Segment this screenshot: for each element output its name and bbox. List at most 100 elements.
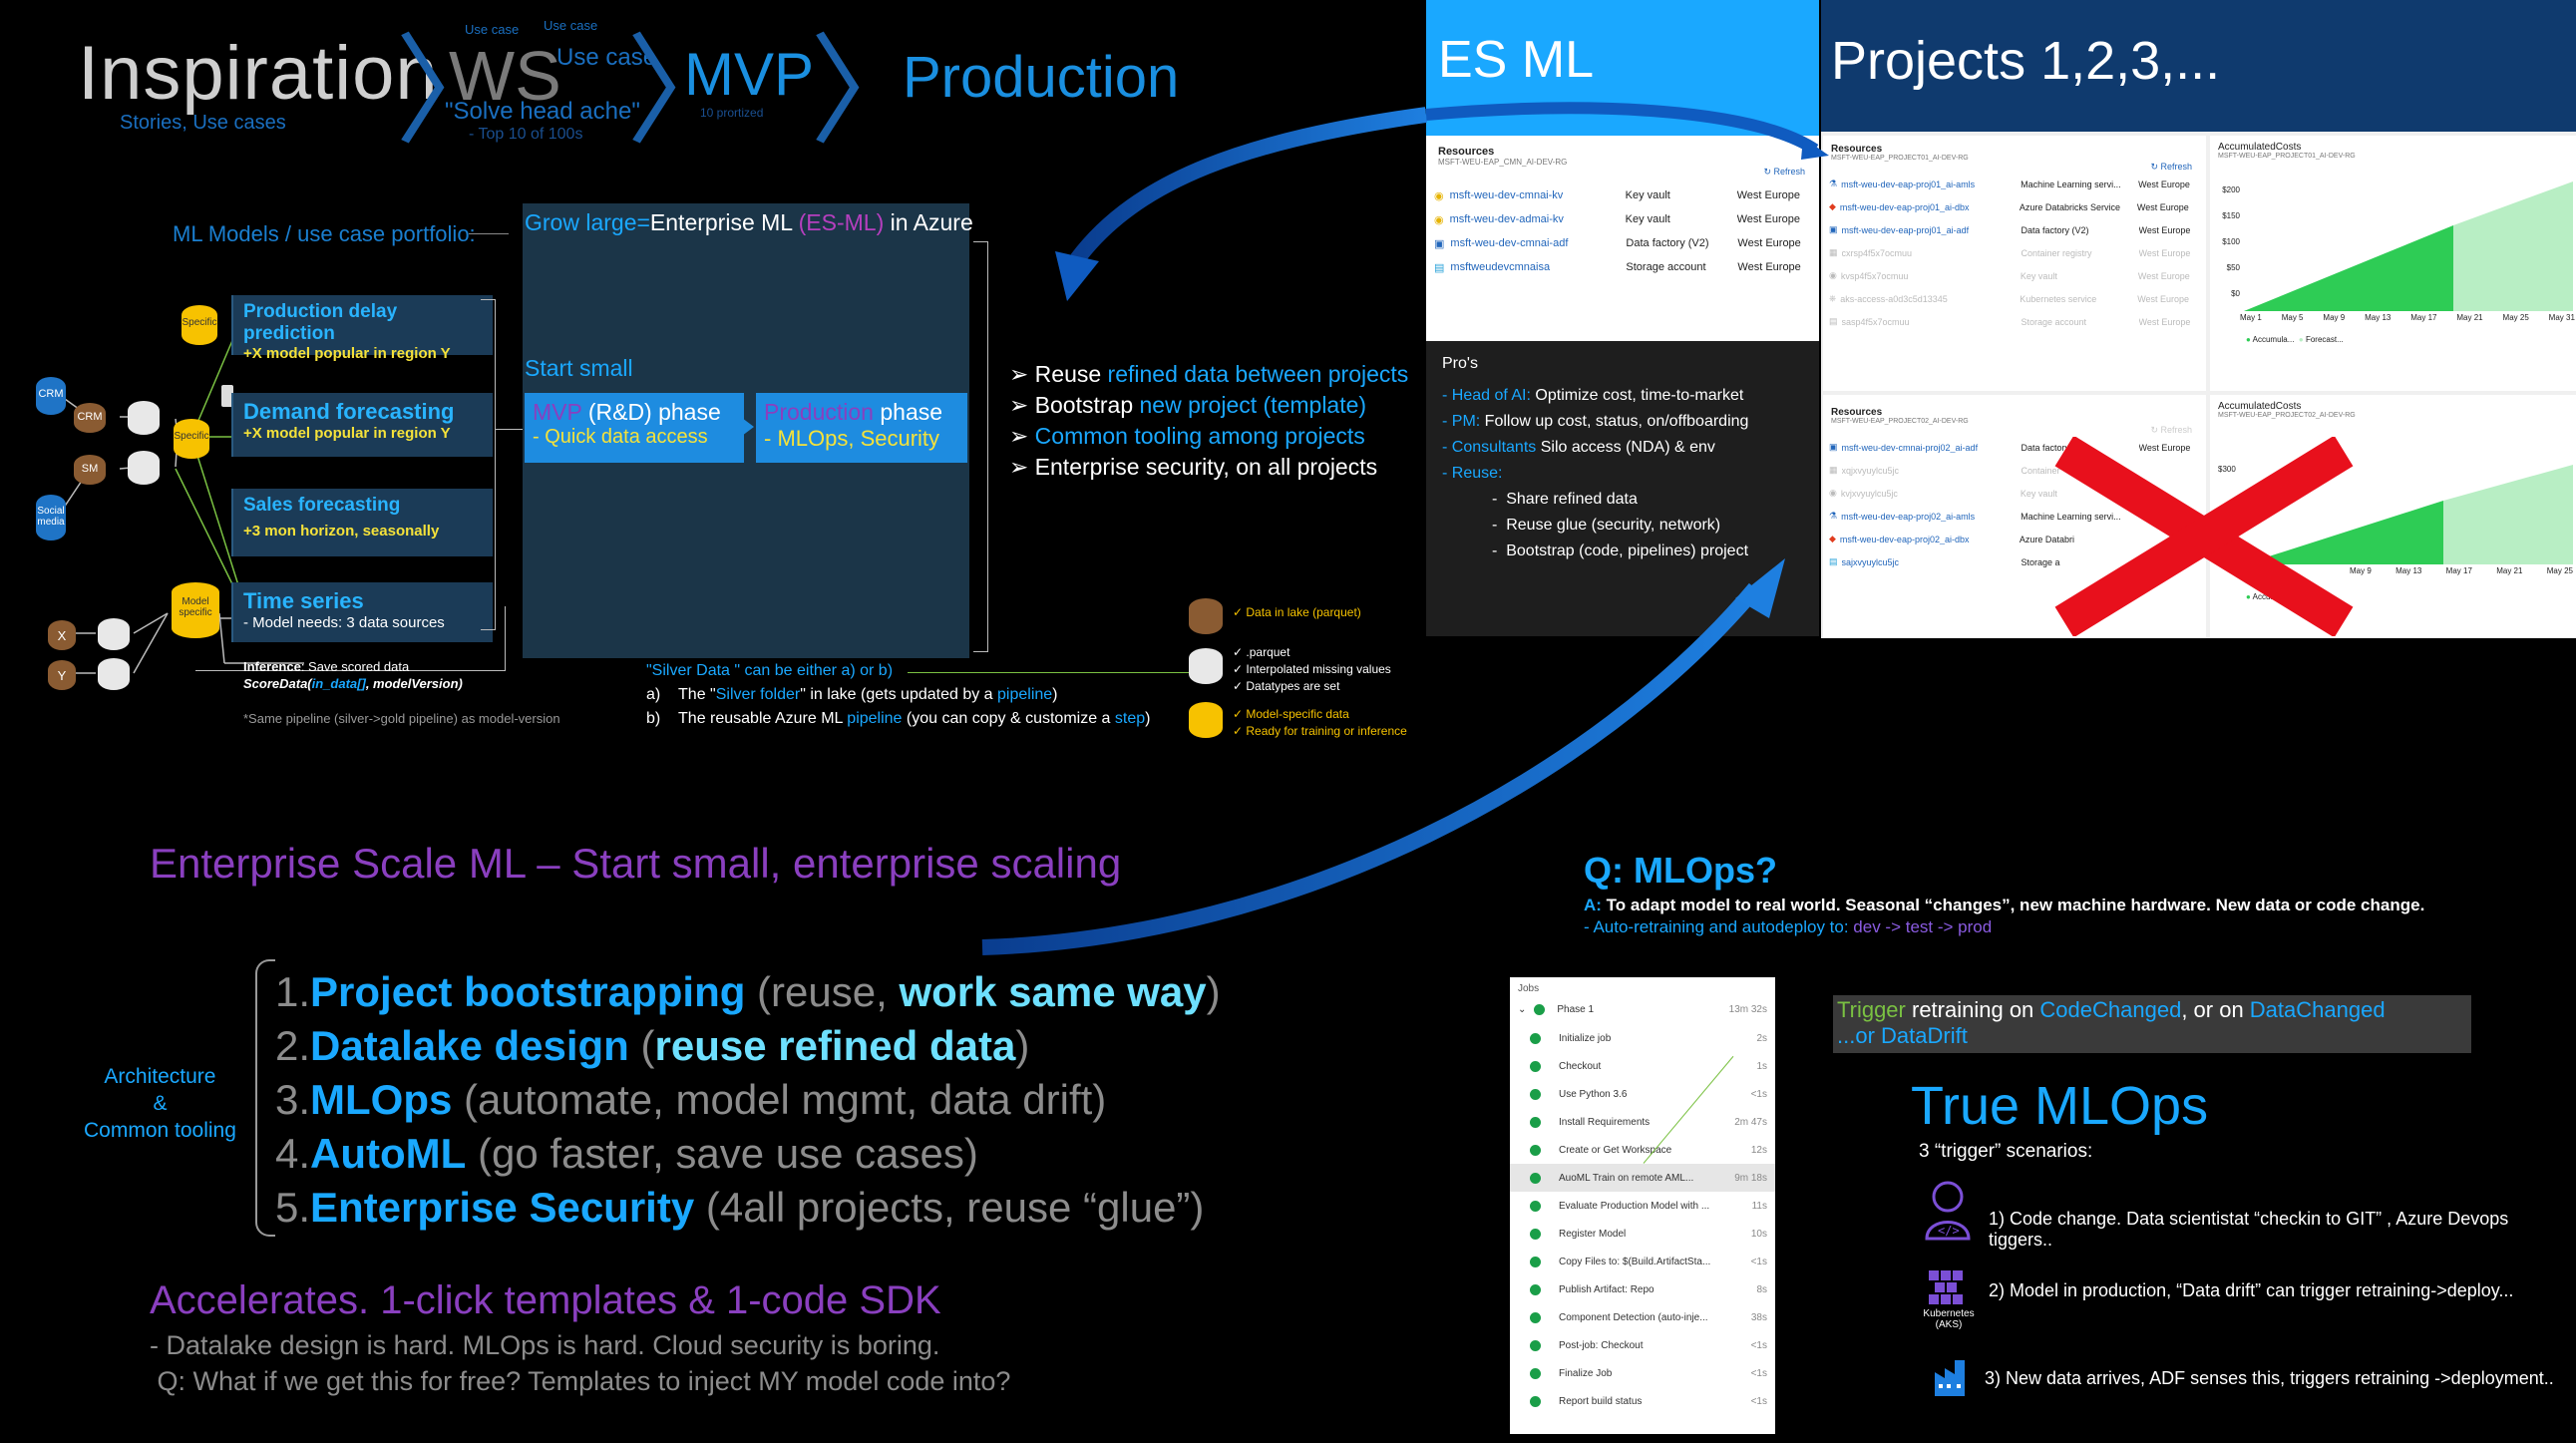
table-row[interactable]: ▣ msft-weu-dev-eap-proj01_ai-adf Data fact… bbox=[1829, 218, 2200, 241]
mlops-answer: A: To adapt model to real world. Seasona… bbox=[1584, 896, 2424, 915]
list-item: 3.MLOps (automate, model mgmt, data drif… bbox=[275, 1073, 1221, 1127]
job-step-row[interactable]: Component Detection (auto-inje... 38s bbox=[1510, 1303, 1775, 1331]
accelerates-line2: Q: What if we get this for free? Templat… bbox=[150, 1366, 1011, 1396]
resource-name[interactable]: xqjxvyuylcu5jc bbox=[1842, 466, 2022, 476]
list-num: 2. bbox=[275, 1022, 311, 1069]
key-vault-icon: ◉ bbox=[1434, 213, 1444, 226]
resource-name[interactable]: msft-weu-dev-cmnai-adf bbox=[1450, 237, 1626, 249]
esml-resources-panel: Resources MSFT-WEU-EAP_CMN_AI-DEV-RG ↻ R… bbox=[1426, 136, 1819, 341]
job-step-row[interactable]: Create or Get Workspace 12s bbox=[1510, 1136, 1775, 1164]
jobs-title: Jobs bbox=[1518, 983, 1540, 994]
resource-name[interactable]: msft-weu-dev-eap-proj01_ai-dbx bbox=[1840, 202, 2020, 212]
resource-name[interactable]: sasp4f5x7ocmuu bbox=[1842, 317, 2022, 327]
xtick: May 13 bbox=[2365, 313, 2392, 322]
resource-name[interactable]: msft-weu-dev-cmnai-kv bbox=[1450, 189, 1626, 201]
table-row[interactable]: ▤ sasp4f5x7ocmuu Storage account West Europ… bbox=[1829, 310, 2200, 333]
chevron-down-icon[interactable]: ⌄ bbox=[1518, 1004, 1526, 1015]
job-step-row[interactable]: Post-job: Checkout <1s bbox=[1510, 1331, 1775, 1359]
table-row[interactable]: ▦ cxrsp4f5x7ocmuu Container registry West E… bbox=[1829, 241, 2200, 264]
job-step-row[interactable]: Evaluate Production Model with ... 11s bbox=[1510, 1192, 1775, 1220]
refresh-button[interactable]: ↻ Refresh bbox=[1823, 162, 2206, 173]
table-row[interactable]: ◉ kvsp4f5x7ocmuu Key vault West Europe bbox=[1829, 264, 2200, 287]
success-icon bbox=[1530, 1032, 1541, 1044]
header-inspiration-sub: Stories, Use cases bbox=[120, 112, 286, 134]
storage-account-icon: ▤ bbox=[1829, 316, 1838, 326]
grow-mid: Enterprise ML bbox=[649, 209, 799, 235]
table-row[interactable]: ◉ msft-weu-dev-admai-kv Key vault West Euro… bbox=[1434, 207, 1811, 231]
resource-name[interactable]: msft-weu-dev-admai-kv bbox=[1450, 213, 1626, 225]
resource-name[interactable]: msftweudevcmnaisa bbox=[1450, 261, 1626, 273]
trigger-b: retraining on bbox=[1905, 997, 2040, 1022]
silver-b-link2: step bbox=[1114, 710, 1146, 727]
ytick: $100 bbox=[2222, 237, 2240, 246]
job-step-row[interactable]: Copy Files to: $(Build.ArtifactSta... <1s bbox=[1510, 1248, 1775, 1275]
pro-text: Silo access (NDA) & env bbox=[1536, 439, 1715, 456]
p1-rows: ⚗ msft-weu-dev-eap-proj01_ai-amls Machine … bbox=[1823, 173, 2206, 333]
resource-type: Storage account bbox=[2021, 316, 2087, 327]
phase-row[interactable]: ⌄ Phase 1 13m 32s bbox=[1510, 994, 1775, 1024]
phase-name: Phase 1 bbox=[1557, 1003, 1595, 1015]
job-step-row[interactable]: Finalize Job <1s bbox=[1510, 1359, 1775, 1387]
data-factory-icon: ▣ bbox=[1829, 224, 1838, 234]
portfolio-title: ML Models / use case portfolio: bbox=[173, 221, 476, 246]
legend-silver: ✓ .parquet ✓ Interpolated missing values… bbox=[1233, 644, 1391, 695]
cost1-yaxis: $200 $150 $100 $50 $0 bbox=[2214, 178, 2240, 307]
inference-text: : Save scored data bbox=[300, 659, 410, 674]
resource-name[interactable]: msft-weu-dev-eap-proj02_ai-amls bbox=[1841, 512, 2021, 522]
trigger-f: ...or DataDrift bbox=[1837, 1023, 1968, 1048]
p1-resources-sub: MSFT-WEU-EAP_PROJECT01_AI-DEV-RG bbox=[1831, 155, 1969, 162]
success-icon bbox=[1530, 1088, 1541, 1100]
phase-arrow-icon bbox=[738, 415, 754, 439]
resource-type: Key vault bbox=[1625, 213, 1670, 225]
job-step-time: 38s bbox=[1750, 1311, 1767, 1323]
resource-location: West Europe bbox=[2137, 293, 2190, 304]
ws-usecase-small2: Use case bbox=[544, 18, 598, 33]
job-step-name: Component Detection (auto-inje... bbox=[1559, 1311, 1708, 1323]
table-row[interactable]: ▤ msftweudevcmnaisa Storage account West Eu… bbox=[1434, 255, 1811, 279]
job-step-row[interactable]: Register Model 10s bbox=[1510, 1220, 1775, 1248]
same-pipeline-note: *Same pipeline (silver->gold pipeline) a… bbox=[243, 711, 560, 726]
silver-b-label: b) bbox=[646, 710, 661, 727]
model-sub: +3 mon horizon, seasonally bbox=[243, 523, 440, 540]
silver-b-link: pipeline bbox=[847, 710, 903, 727]
job-step-row[interactable]: AuoML Train on remote AML... 9m 18s bbox=[1510, 1164, 1775, 1192]
job-step-row[interactable]: Checkout 1s bbox=[1510, 1052, 1775, 1080]
model-production-delay: Production delay prediction +X model pop… bbox=[231, 295, 493, 362]
table-row[interactable]: ▣ msft-weu-dev-cmnai-adf Data factory (V2)… bbox=[1434, 231, 1811, 255]
resource-location: West Europe bbox=[2136, 201, 2189, 212]
resource-name[interactable]: sajxvyuylcu5jc bbox=[1842, 557, 2022, 567]
job-step-row[interactable]: Install Requirements 2m 47s bbox=[1510, 1108, 1775, 1136]
table-row[interactable]: ⚗ msft-weu-dev-eap-proj01_ai-amls Machine … bbox=[1829, 173, 2200, 195]
job-step-name: Publish Artifact: Repo bbox=[1559, 1283, 1655, 1295]
resource-name[interactable]: msft-weu-dev-eap-proj02_ai-dbx bbox=[1840, 535, 2020, 544]
job-step-row[interactable]: Report build status <1s bbox=[1510, 1387, 1775, 1415]
data-factory-icon: ▣ bbox=[1434, 237, 1445, 250]
success-icon bbox=[1530, 1283, 1541, 1295]
mlops-auto: - Auto-retraining and autodeploy to: dev… bbox=[1584, 917, 1992, 937]
resource-name[interactable]: aks-access-a0d3c5d13345 bbox=[1840, 294, 2020, 304]
p2-resources-sub: MSFT-WEU-EAP_PROJECT02_AI-DEV-RG bbox=[1831, 418, 1969, 425]
data-factory-icon bbox=[1933, 1358, 1975, 1398]
job-step-name: Install Requirements bbox=[1559, 1116, 1651, 1128]
resource-name[interactable]: msft-weu-dev-cmnai-proj02_ai-adf bbox=[1842, 443, 2022, 453]
job-step-row[interactable]: Use Python 3.6 <1s bbox=[1510, 1080, 1775, 1108]
resource-name[interactable]: msft-weu-dev-eap-proj01_ai-amls bbox=[1841, 180, 2021, 189]
resource-name[interactable]: msft-weu-dev-eap-proj01_ai-adf bbox=[1842, 225, 2022, 235]
resource-name[interactable]: cxrsp4f5x7ocmuu bbox=[1842, 248, 2022, 258]
refresh-button[interactable]: ↻ Refresh bbox=[1823, 425, 2206, 436]
job-step-time: 2m 47s bbox=[1734, 1116, 1767, 1128]
table-row[interactable]: ◉ msft-weu-dev-cmnai-kv Key vault West Euro… bbox=[1434, 183, 1811, 207]
job-step-row[interactable]: Initialize job 2s bbox=[1510, 1024, 1775, 1052]
benefit-item: ➢ Bootstrap new project (template) bbox=[1009, 392, 1367, 418]
success-icon bbox=[1530, 1200, 1541, 1212]
refresh-button[interactable]: ↻ Refresh bbox=[1426, 167, 1819, 178]
resource-type: Data factory (V2) bbox=[1626, 237, 1709, 249]
resource-name[interactable]: kvjxvyuylcu5jc bbox=[1841, 489, 2021, 499]
forecast-cost-area bbox=[2453, 181, 2573, 311]
job-step-row[interactable]: Publish Artifact: Repo 8s bbox=[1510, 1275, 1775, 1303]
resource-name[interactable]: kvsp4f5x7ocmuu bbox=[1841, 271, 2021, 281]
table-row[interactable]: ◆ msft-weu-dev-eap-proj01_ai-dbx Azure Dat… bbox=[1829, 195, 2200, 218]
benefit-a: Bootstrap bbox=[1034, 392, 1140, 418]
table-row[interactable]: ⎈ aks-access-a0d3c5d13345 Kubernetes servi… bbox=[1829, 287, 2200, 310]
prod-phase-b: phase bbox=[873, 399, 943, 425]
